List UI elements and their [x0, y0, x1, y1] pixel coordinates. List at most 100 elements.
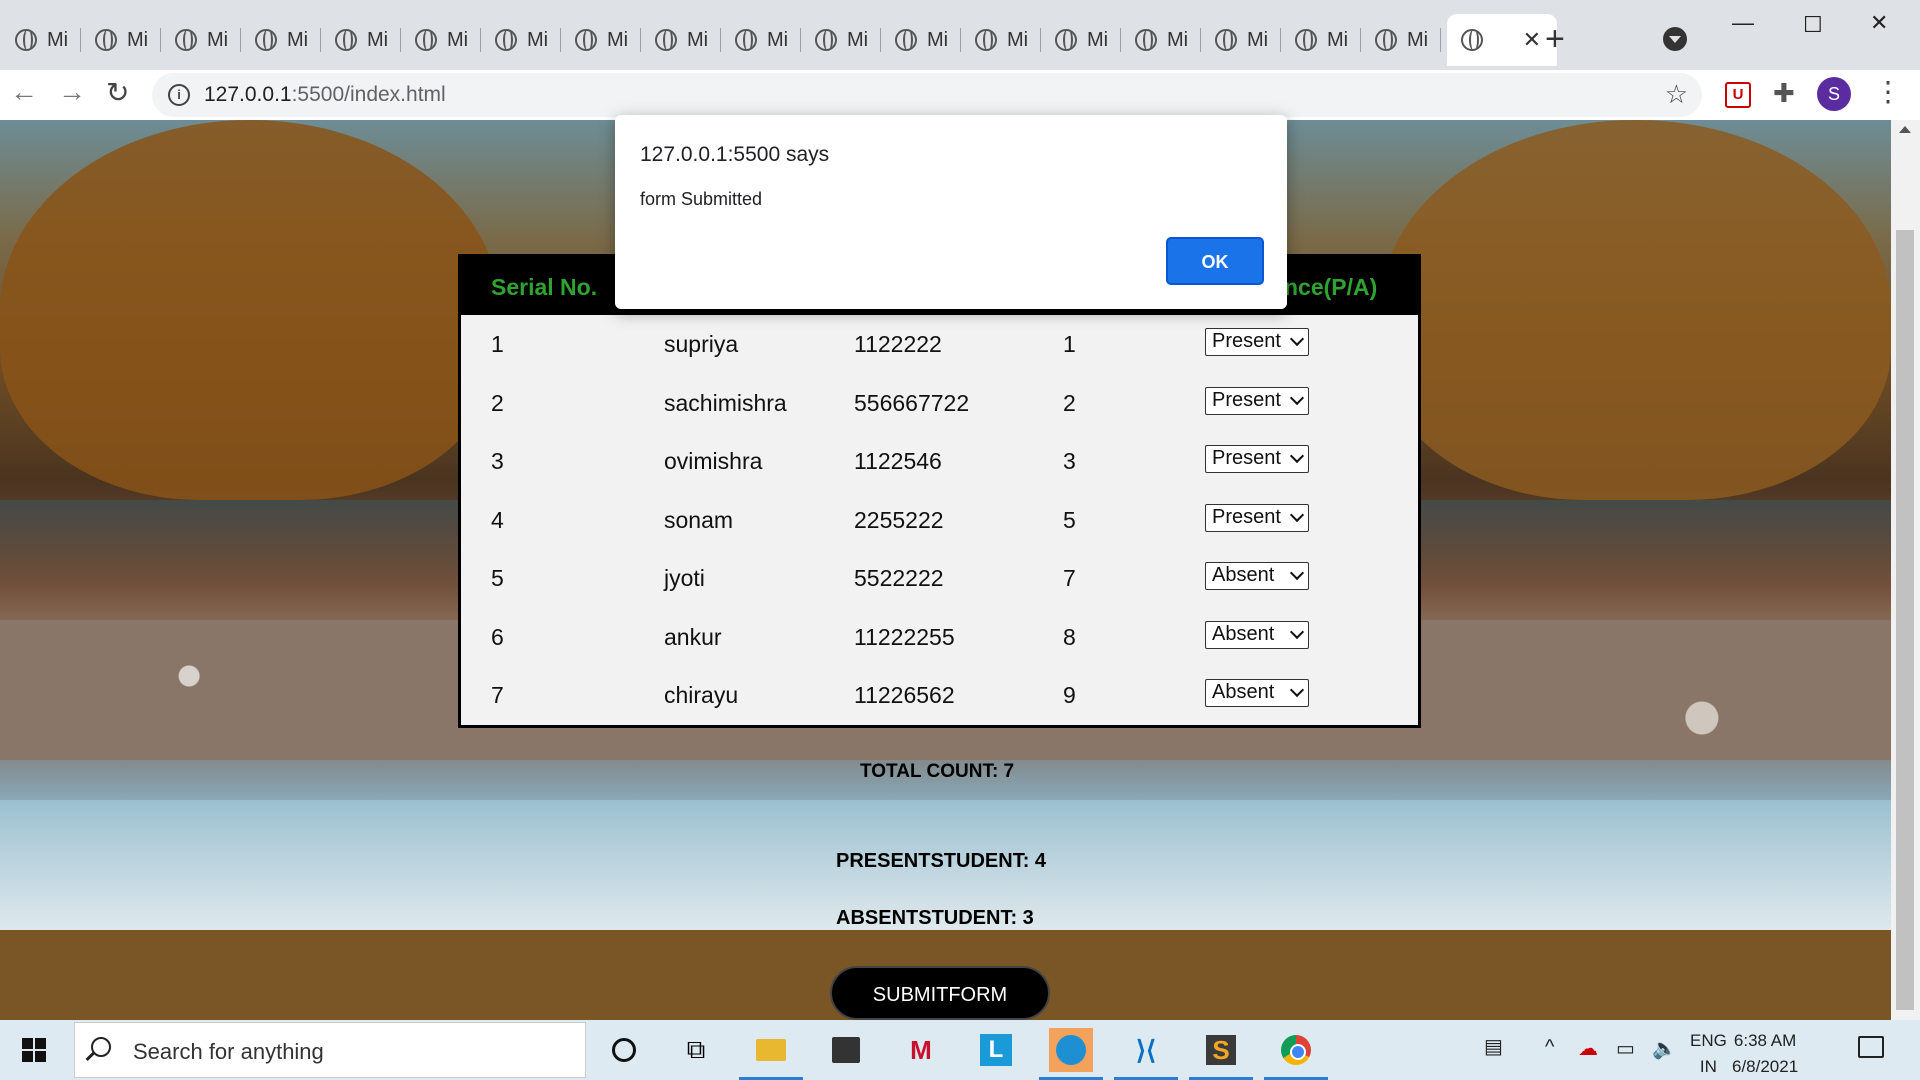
- globe-icon: [815, 29, 837, 51]
- attendance-select[interactable]: Present: [1205, 328, 1309, 356]
- close-window-button[interactable]: ✕: [1870, 10, 1888, 36]
- browser-tab[interactable]: Mi: [881, 14, 961, 66]
- info-icon[interactable]: i: [168, 84, 190, 106]
- tab-title: Mi: [47, 28, 69, 51]
- browser-tab[interactable]: Mi: [401, 14, 481, 66]
- browser-tab[interactable]: Mi: [81, 14, 161, 66]
- forward-icon[interactable]: →: [58, 76, 86, 108]
- sublime-text-icon[interactable]: S: [1189, 1028, 1253, 1080]
- browser-tab[interactable]: Mi: [241, 14, 321, 66]
- globe-icon: [1135, 29, 1157, 51]
- chrome-icon[interactable]: [1264, 1028, 1328, 1080]
- tab-title: Mi: [687, 28, 709, 51]
- browser-tab[interactable]: Mi: [561, 14, 641, 66]
- browser-tab[interactable]: Mi: [161, 14, 241, 66]
- globe-icon: [335, 29, 357, 51]
- tab-title: Mi: [1007, 28, 1029, 51]
- battery-icon[interactable]: ▭: [1616, 1036, 1635, 1061]
- back-icon[interactable]: ←: [10, 76, 38, 108]
- browser-tab[interactable]: Mi: [961, 14, 1041, 66]
- attendance-select-value: Absent: [1212, 681, 1275, 703]
- cell-roll: 8: [1063, 623, 1076, 650]
- language-indicator[interactable]: ENG IN: [1690, 1028, 1727, 1080]
- news-icon[interactable]: ▤: [1484, 1034, 1503, 1059]
- attendance-select[interactable]: Present: [1205, 386, 1309, 415]
- reload-icon[interactable]: ↻: [106, 76, 129, 109]
- globe-icon: [895, 29, 917, 51]
- chevron-down-icon: [1289, 331, 1305, 347]
- close-tab-icon[interactable]: ✕: [1523, 27, 1541, 53]
- url-text[interactable]: 127.0.0.1:5500/index.html: [204, 83, 446, 107]
- cell-serial: 5: [491, 565, 504, 591]
- browser-tab[interactable]: Mi: [1201, 14, 1281, 66]
- cell-number: 2255222: [854, 506, 944, 533]
- scroll-up-icon[interactable]: [1899, 126, 1911, 133]
- tab-search-icon[interactable]: [1663, 27, 1687, 51]
- attendance-table: Serial No. nce(P/A) 1 supriya 1122222 1 Pres…: [458, 254, 1421, 728]
- attendance-select[interactable]: Absent: [1205, 562, 1309, 590]
- ok-button[interactable]: OK: [1166, 237, 1264, 285]
- taskbar-search[interactable]: Search for anything: [74, 1022, 586, 1078]
- tab-title: Mi: [607, 28, 629, 51]
- volume-icon[interactable]: 🔈: [1652, 1036, 1677, 1061]
- cell-number: 11226562: [854, 682, 955, 708]
- bookmark-star-icon[interactable]: ☆: [1665, 79, 1688, 110]
- mcafee-icon[interactable]: M: [899, 1028, 943, 1072]
- globe-icon: [95, 29, 117, 51]
- absent-count: ABSENTSTUDENT: 3: [836, 907, 1034, 929]
- clock[interactable]: 6:38 AM 6/8/2021: [1732, 1028, 1798, 1080]
- attendance-select[interactable]: Absent: [1205, 620, 1309, 649]
- launcher-l-icon[interactable]: L: [974, 1028, 1018, 1072]
- attendance-select-value: Present: [1212, 505, 1281, 528]
- browser-tab[interactable]: Mi: [1281, 14, 1361, 66]
- tab-title: Mi: [1407, 28, 1429, 51]
- chevron-down-icon: [1289, 507, 1305, 522]
- submit-form-button[interactable]: SUBMITFORM: [830, 966, 1050, 1020]
- attendance-select[interactable]: Present: [1205, 445, 1309, 473]
- tab-active[interactable]: ✕: [1447, 14, 1557, 66]
- globe-icon: [1375, 29, 1397, 51]
- new-tab-button[interactable]: +: [1545, 22, 1565, 56]
- extensions-icon[interactable]: ✚: [1773, 78, 1795, 109]
- address-bar[interactable]: i 127.0.0.1:5500/index.html ☆: [152, 73, 1702, 117]
- browser-tab[interactable]: Mi: [1121, 14, 1201, 66]
- globe-icon: [735, 29, 757, 51]
- start-button[interactable]: [22, 1038, 46, 1062]
- notification-icon[interactable]: [1858, 1036, 1884, 1058]
- browser-tab[interactable]: Mi: [1041, 14, 1121, 66]
- mcafee-extension-icon[interactable]: U: [1725, 82, 1751, 108]
- page-scrollbar[interactable]: [1891, 120, 1920, 1020]
- cell-name: sonam: [664, 506, 734, 533]
- browser-tab[interactable]: Mi: [321, 14, 401, 66]
- profile-avatar[interactable]: S: [1817, 77, 1851, 111]
- cell-number: 556667722: [854, 389, 970, 416]
- minimize-button[interactable]: —: [1732, 10, 1754, 36]
- attendance-select[interactable]: Absent: [1205, 679, 1309, 707]
- tab-title: Mi: [447, 28, 469, 51]
- edge-icon[interactable]: [1039, 1028, 1103, 1080]
- onedrive-icon[interactable]: ☁: [1578, 1036, 1598, 1061]
- tab-title: Mi: [1247, 28, 1269, 51]
- maximize-button[interactable]: ☐: [1803, 12, 1823, 38]
- menu-icon[interactable]: ⋮: [1874, 75, 1902, 108]
- attendance-select-value: Absent: [1212, 622, 1275, 645]
- vscode-icon[interactable]: ⟩⟨: [1114, 1028, 1178, 1080]
- chevron-down-icon: [1289, 390, 1305, 405]
- chevron-down-icon: [1289, 682, 1305, 698]
- browser-tab[interactable]: Mi: [1, 14, 81, 66]
- browser-tab[interactable]: Mi: [641, 14, 721, 66]
- attendance-select[interactable]: Present: [1205, 503, 1309, 532]
- browser-tab[interactable]: Mi: [721, 14, 801, 66]
- task-view-icon[interactable]: ⧉: [674, 1028, 718, 1072]
- globe-icon: [975, 29, 997, 51]
- store-icon[interactable]: [824, 1028, 868, 1072]
- file-explorer-icon[interactable]: [739, 1028, 803, 1080]
- browser-tab[interactable]: Mi: [481, 14, 561, 66]
- scroll-thumb[interactable]: [1896, 230, 1914, 1010]
- cortana-icon[interactable]: [602, 1028, 646, 1072]
- browser-tab[interactable]: Mi: [1361, 14, 1441, 66]
- cell-number: 5522222: [854, 565, 944, 591]
- browser-tab[interactable]: Mi: [801, 14, 881, 66]
- show-hidden-icons-icon[interactable]: ^: [1545, 1036, 1554, 1059]
- globe-icon: [575, 29, 597, 51]
